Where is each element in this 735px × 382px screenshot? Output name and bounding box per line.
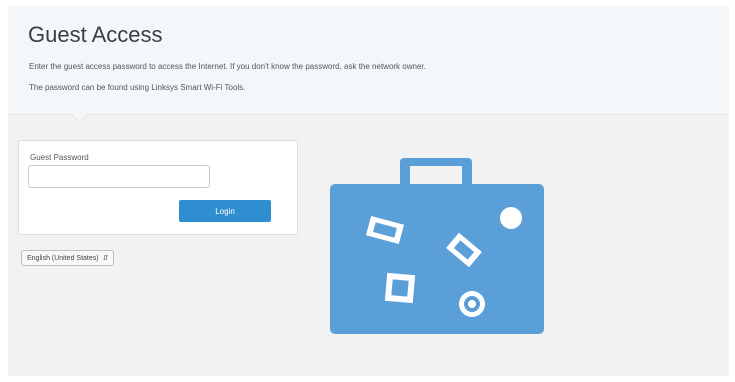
header-banner: Guest Access Enter the guest access pass…: [8, 6, 729, 115]
description-line-2: The password can be found using Linksys …: [29, 83, 246, 92]
travel-briefcase-icon: [330, 158, 546, 341]
select-arrows-icon: ⇵: [102, 255, 109, 262]
description-line-1: Enter the guest access password to acces…: [29, 62, 426, 71]
language-select-value: English (United States): [27, 254, 99, 262]
password-input[interactable]: [28, 165, 210, 188]
login-panel: Guest Password Login: [18, 140, 298, 235]
language-select[interactable]: English (United States) ⇵: [21, 250, 115, 266]
page-frame: Guest Access Enter the guest access pass…: [8, 6, 729, 376]
password-label: Guest Password: [30, 153, 89, 162]
login-button[interactable]: Login: [179, 200, 271, 222]
page-title: Guest Access: [28, 22, 163, 47]
